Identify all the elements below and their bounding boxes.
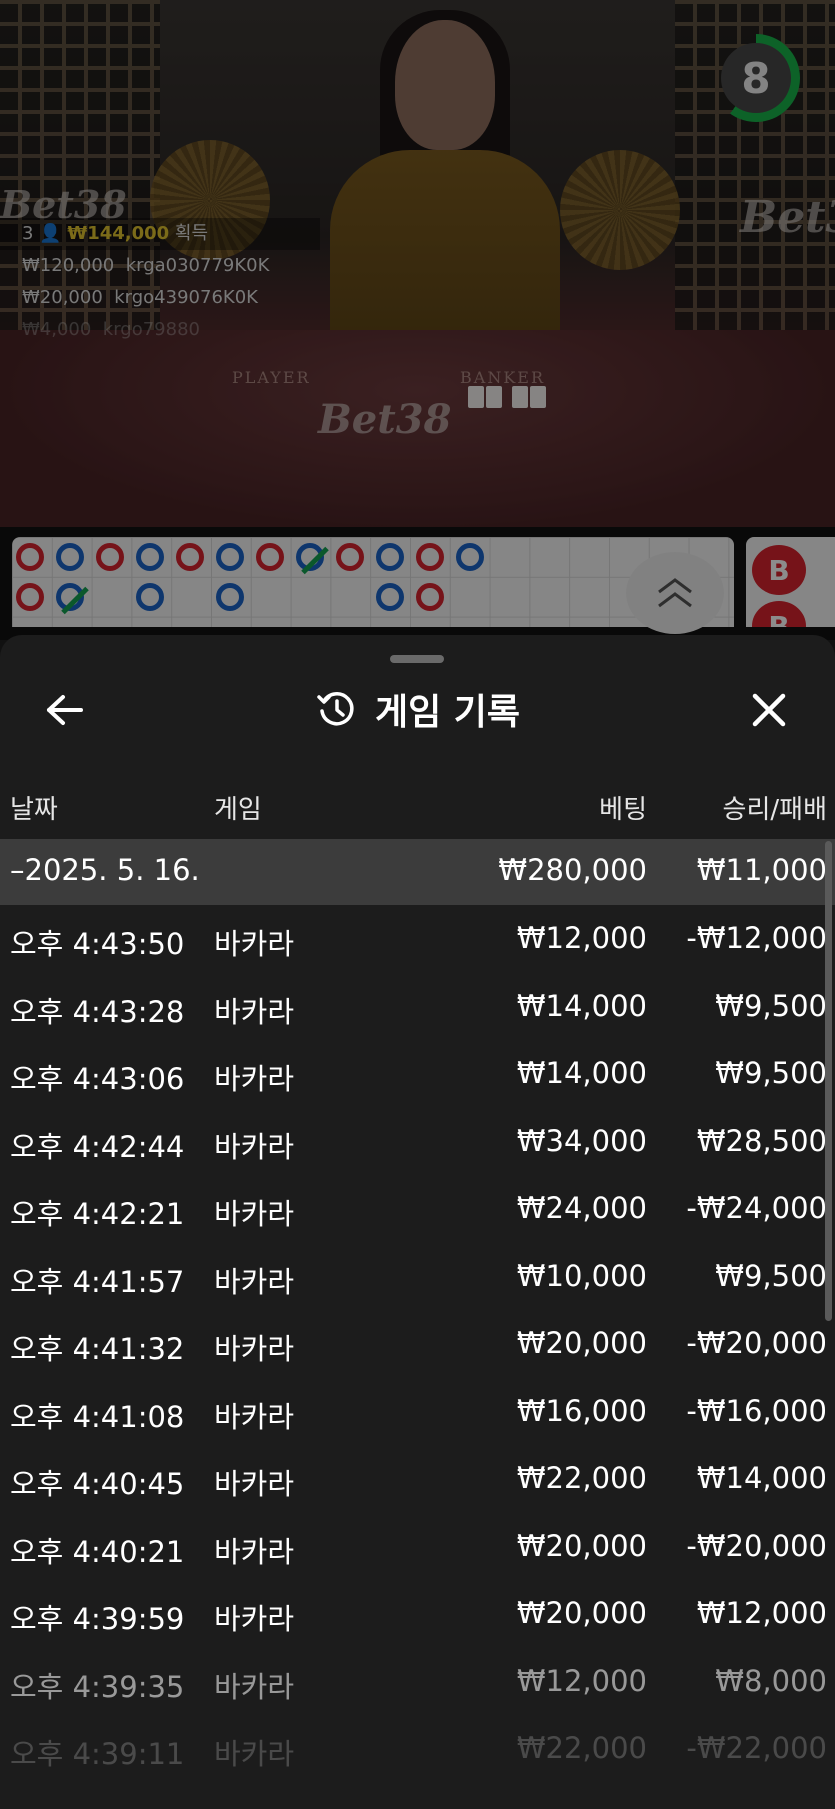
row-time: 오후 4:42:44 xyxy=(10,1129,185,1164)
date-group-bet-total: ₩280,000 xyxy=(498,853,647,887)
row-result: ₩14,000 xyxy=(696,1461,827,1495)
sheet-drag-handle[interactable] xyxy=(390,655,444,663)
row-game: 바카라 xyxy=(214,927,295,961)
row-time: 오후 4:41:08 xyxy=(10,1399,185,1434)
row-bet: ₩22,000 xyxy=(516,1731,647,1765)
row-time: 오후 4:39:59 xyxy=(10,1602,185,1636)
column-header-date: 날짜 xyxy=(10,795,58,825)
row-time: 오후 4:41:32 xyxy=(10,1332,185,1366)
row-result: ₩28,500 xyxy=(696,1123,827,1158)
sheet-title: 게임 기록 xyxy=(374,692,520,733)
history-row[interactable]: 오후 4:41:32 바카라 ₩20,000 -₩20,000 xyxy=(0,1310,835,1378)
row-bet: ₩24,000 xyxy=(516,1191,647,1225)
row-time: 오후 4:40:21 xyxy=(10,1534,185,1569)
history-table-header: 날짜 게임 베팅 승리/패배 xyxy=(0,775,835,837)
row-bet: ₩14,000 xyxy=(516,1056,647,1090)
history-row[interactable]: 오후 4:39:11 바카라 ₩22,000 -₩22,000 xyxy=(0,1715,835,1783)
row-game: 바카라 xyxy=(214,1197,295,1231)
arrow-left-icon xyxy=(47,695,83,725)
row-bet: ₩12,000 xyxy=(516,921,647,955)
history-row[interactable]: 오후 4:41:08 바카라 ₩16,000 -₩16,000 xyxy=(0,1378,835,1446)
date-group-result-total: ₩11,000 xyxy=(696,853,827,887)
row-bet: ₩16,000 xyxy=(516,1393,647,1428)
row-game: 바카라 xyxy=(214,1332,295,1366)
row-result: ₩9,500 xyxy=(715,988,827,1023)
row-result: -₩20,000 xyxy=(686,1326,827,1360)
history-row[interactable]: 오후 4:43:28 바카라 ₩14,000 ₩9,500 xyxy=(0,973,835,1041)
column-header-bet: 베팅 xyxy=(599,795,647,825)
row-result: ₩8,000 xyxy=(715,1663,827,1698)
row-game: 바카라 xyxy=(214,1669,295,1704)
row-bet: ₩22,000 xyxy=(516,1461,647,1495)
row-game: 바카라 xyxy=(214,1737,295,1771)
row-result: ₩9,500 xyxy=(715,1056,827,1090)
row-game: 바카라 xyxy=(214,994,295,1029)
row-bet: ₩20,000 xyxy=(516,1528,647,1563)
history-row[interactable]: 오후 4:41:57 바카라 ₩10,000 ₩9,500 xyxy=(0,1243,835,1311)
back-button[interactable] xyxy=(40,685,90,735)
row-time: 오후 4:42:21 xyxy=(10,1197,185,1231)
close-icon xyxy=(752,693,786,727)
close-button[interactable] xyxy=(744,685,794,735)
row-time: 오후 4:43:06 xyxy=(10,1062,185,1096)
row-game: 바카라 xyxy=(214,1264,295,1299)
row-time: 오후 4:43:28 xyxy=(10,994,185,1029)
date-group-row[interactable]: –2025. 5. 16. ₩280,000 ₩11,000 xyxy=(0,839,835,905)
row-result: -₩16,000 xyxy=(686,1393,827,1428)
row-result: ₩12,000 xyxy=(696,1596,827,1630)
row-bet: ₩14,000 xyxy=(516,988,647,1023)
column-header-result: 승리/패배 xyxy=(722,795,827,825)
row-game: 바카라 xyxy=(214,1062,295,1096)
history-row[interactable]: 오후 4:39:35 바카라 ₩12,000 ₩8,000 xyxy=(0,1648,835,1716)
row-game: 바카라 xyxy=(214,1129,295,1164)
row-game: 바카라 xyxy=(214,1467,295,1501)
row-result: -₩22,000 xyxy=(686,1731,827,1765)
history-row[interactable]: 오후 4:40:45 바카라 ₩22,000 ₩14,000 xyxy=(0,1445,835,1513)
history-row[interactable]: 오후 4:42:21 바카라 ₩24,000 -₩24,000 xyxy=(0,1175,835,1243)
history-row[interactable]: 오후 4:42:44 바카라 ₩34,000 ₩28,500 xyxy=(0,1108,835,1176)
history-icon xyxy=(315,688,357,730)
history-scrollbar[interactable] xyxy=(825,841,832,1321)
row-time: 오후 4:40:45 xyxy=(10,1467,185,1501)
modal-backdrop[interactable] xyxy=(0,0,835,640)
date-group-label: –2025. 5. 16. xyxy=(10,853,200,887)
history-row[interactable]: 오후 4:40:21 바카라 ₩20,000 -₩20,000 xyxy=(0,1513,835,1581)
history-row[interactable]: 오후 4:43:50 바카라 ₩12,000 -₩12,000 xyxy=(0,905,835,973)
row-game: 바카라 xyxy=(214,1602,295,1636)
row-bet: ₩12,000 xyxy=(516,1663,647,1698)
row-result: -₩24,000 xyxy=(686,1191,827,1225)
sheet-header: 게임 기록 xyxy=(0,679,835,739)
row-bet: ₩20,000 xyxy=(516,1326,647,1360)
row-game: 바카라 xyxy=(214,1534,295,1569)
row-time: 오후 4:39:11 xyxy=(10,1737,185,1771)
row-bet: ₩10,000 xyxy=(516,1258,647,1293)
row-game: 바카라 xyxy=(214,1399,295,1434)
row-time: 오후 4:43:50 xyxy=(10,927,185,961)
game-history-sheet: 게임 기록 날짜 게임 베팅 승리/패배 –2025. 5. 16. ₩280,… xyxy=(0,635,835,1809)
row-result: -₩12,000 xyxy=(686,921,827,955)
row-time: 오후 4:39:35 xyxy=(10,1669,185,1704)
row-result: ₩9,500 xyxy=(715,1258,827,1293)
history-row[interactable]: 오후 4:39:59 바카라 ₩20,000 ₩12,000 xyxy=(0,1580,835,1648)
row-result: -₩20,000 xyxy=(686,1528,827,1563)
history-rows: 오후 4:43:50 바카라 ₩12,000 -₩12,000 오후 4:43:… xyxy=(0,905,835,1783)
column-header-game: 게임 xyxy=(214,795,262,825)
row-time: 오후 4:41:57 xyxy=(10,1264,185,1299)
history-row[interactable]: 오후 4:43:06 바카라 ₩14,000 ₩9,500 xyxy=(0,1040,835,1108)
row-bet: ₩20,000 xyxy=(516,1596,647,1630)
row-bet: ₩34,000 xyxy=(516,1123,647,1158)
